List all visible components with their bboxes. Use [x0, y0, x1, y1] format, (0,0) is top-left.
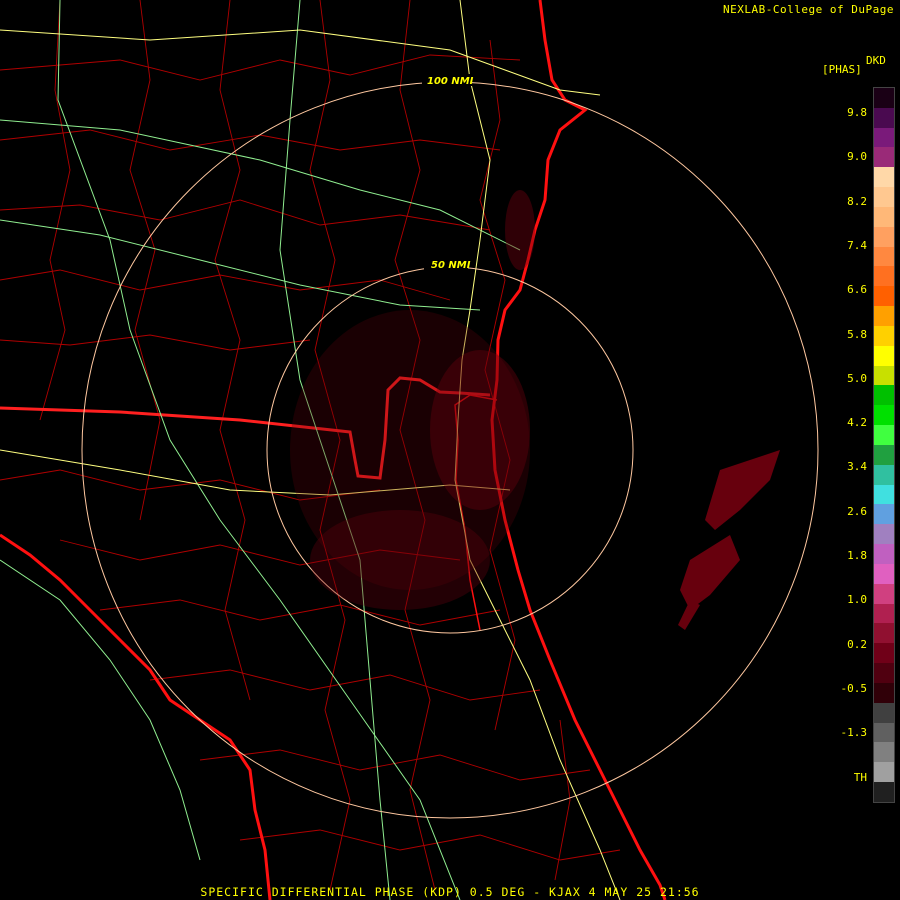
color-scale-tick-label: 5.0 [847, 371, 867, 385]
color-swatch [874, 663, 894, 683]
color-scale-tick-label: -0.5 [840, 681, 868, 695]
product-code: DKD [866, 54, 886, 67]
color-swatch [874, 623, 894, 644]
color-swatch [874, 306, 894, 326]
color-swatch [874, 365, 894, 386]
color-swatch [874, 325, 894, 346]
color-swatch [874, 742, 894, 763]
color-swatch [874, 88, 894, 108]
color-scale-tick-label: TH [853, 770, 867, 784]
color-swatch [874, 583, 894, 604]
color-swatch [874, 286, 894, 307]
color-swatch [874, 206, 894, 227]
color-scale-tick-label: 4.2 [847, 416, 867, 430]
color-swatch [874, 385, 894, 406]
color-swatch [874, 444, 894, 465]
color-scale-tick-label: 1.8 [847, 549, 867, 562]
color-swatch [874, 524, 894, 545]
color-swatch [874, 107, 894, 128]
color-swatch [874, 127, 894, 148]
color-scale-tick-label: 9.0 [847, 150, 867, 164]
color-scale-tick-label: 7.4 [847, 238, 867, 252]
color-swatch [874, 147, 894, 168]
color-swatch [874, 643, 894, 664]
color-swatch [874, 187, 894, 207]
color-swatch [874, 603, 894, 624]
color-scale-tick-label: 5.8 [847, 327, 867, 341]
product-caption: SPECIFIC DIFFERENTIAL PHASE (KDP) 0.5 DE… [200, 885, 700, 899]
credit-label: NEXLAB-College of DuPage [723, 3, 894, 16]
color-swatch [874, 544, 894, 564]
color-swatch [874, 405, 894, 426]
color-swatch [874, 762, 894, 782]
radar-map: 50 NMI 100 NMI [0, 0, 900, 900]
range-ring-label-100: 100 NMI [427, 76, 474, 87]
color-swatch [874, 484, 894, 505]
color-swatch [874, 425, 894, 445]
color-swatch [874, 504, 894, 525]
color-swatch [874, 464, 894, 485]
color-scale-tick-label: 9.8 [847, 106, 867, 119]
range-ring-label-50: 50 NMI [431, 260, 471, 271]
color-scale-tick-label: 3.4 [847, 460, 867, 474]
color-swatch [874, 682, 894, 703]
color-swatch [874, 167, 894, 188]
color-scale-tick-label: 0.2 [847, 637, 867, 651]
color-scale-tick-label: -1.3 [840, 726, 868, 740]
color-swatch [874, 781, 894, 802]
color-scale-tick-label: 6.6 [847, 283, 867, 297]
color-swatch [874, 722, 894, 743]
color-swatch [874, 246, 894, 267]
color-scale-tick-label: 2.6 [847, 504, 867, 518]
color-swatch [874, 702, 894, 723]
color-scale-tick-label: 1.0 [847, 593, 867, 607]
color-swatch [874, 226, 894, 247]
color-swatch [874, 266, 894, 287]
color-swatch [874, 345, 894, 366]
color-scale-tick-label: 8.2 [847, 194, 867, 208]
color-scale-bar [873, 87, 895, 803]
color-swatch [874, 563, 894, 584]
legend-unit: [PHAS] [822, 63, 862, 76]
